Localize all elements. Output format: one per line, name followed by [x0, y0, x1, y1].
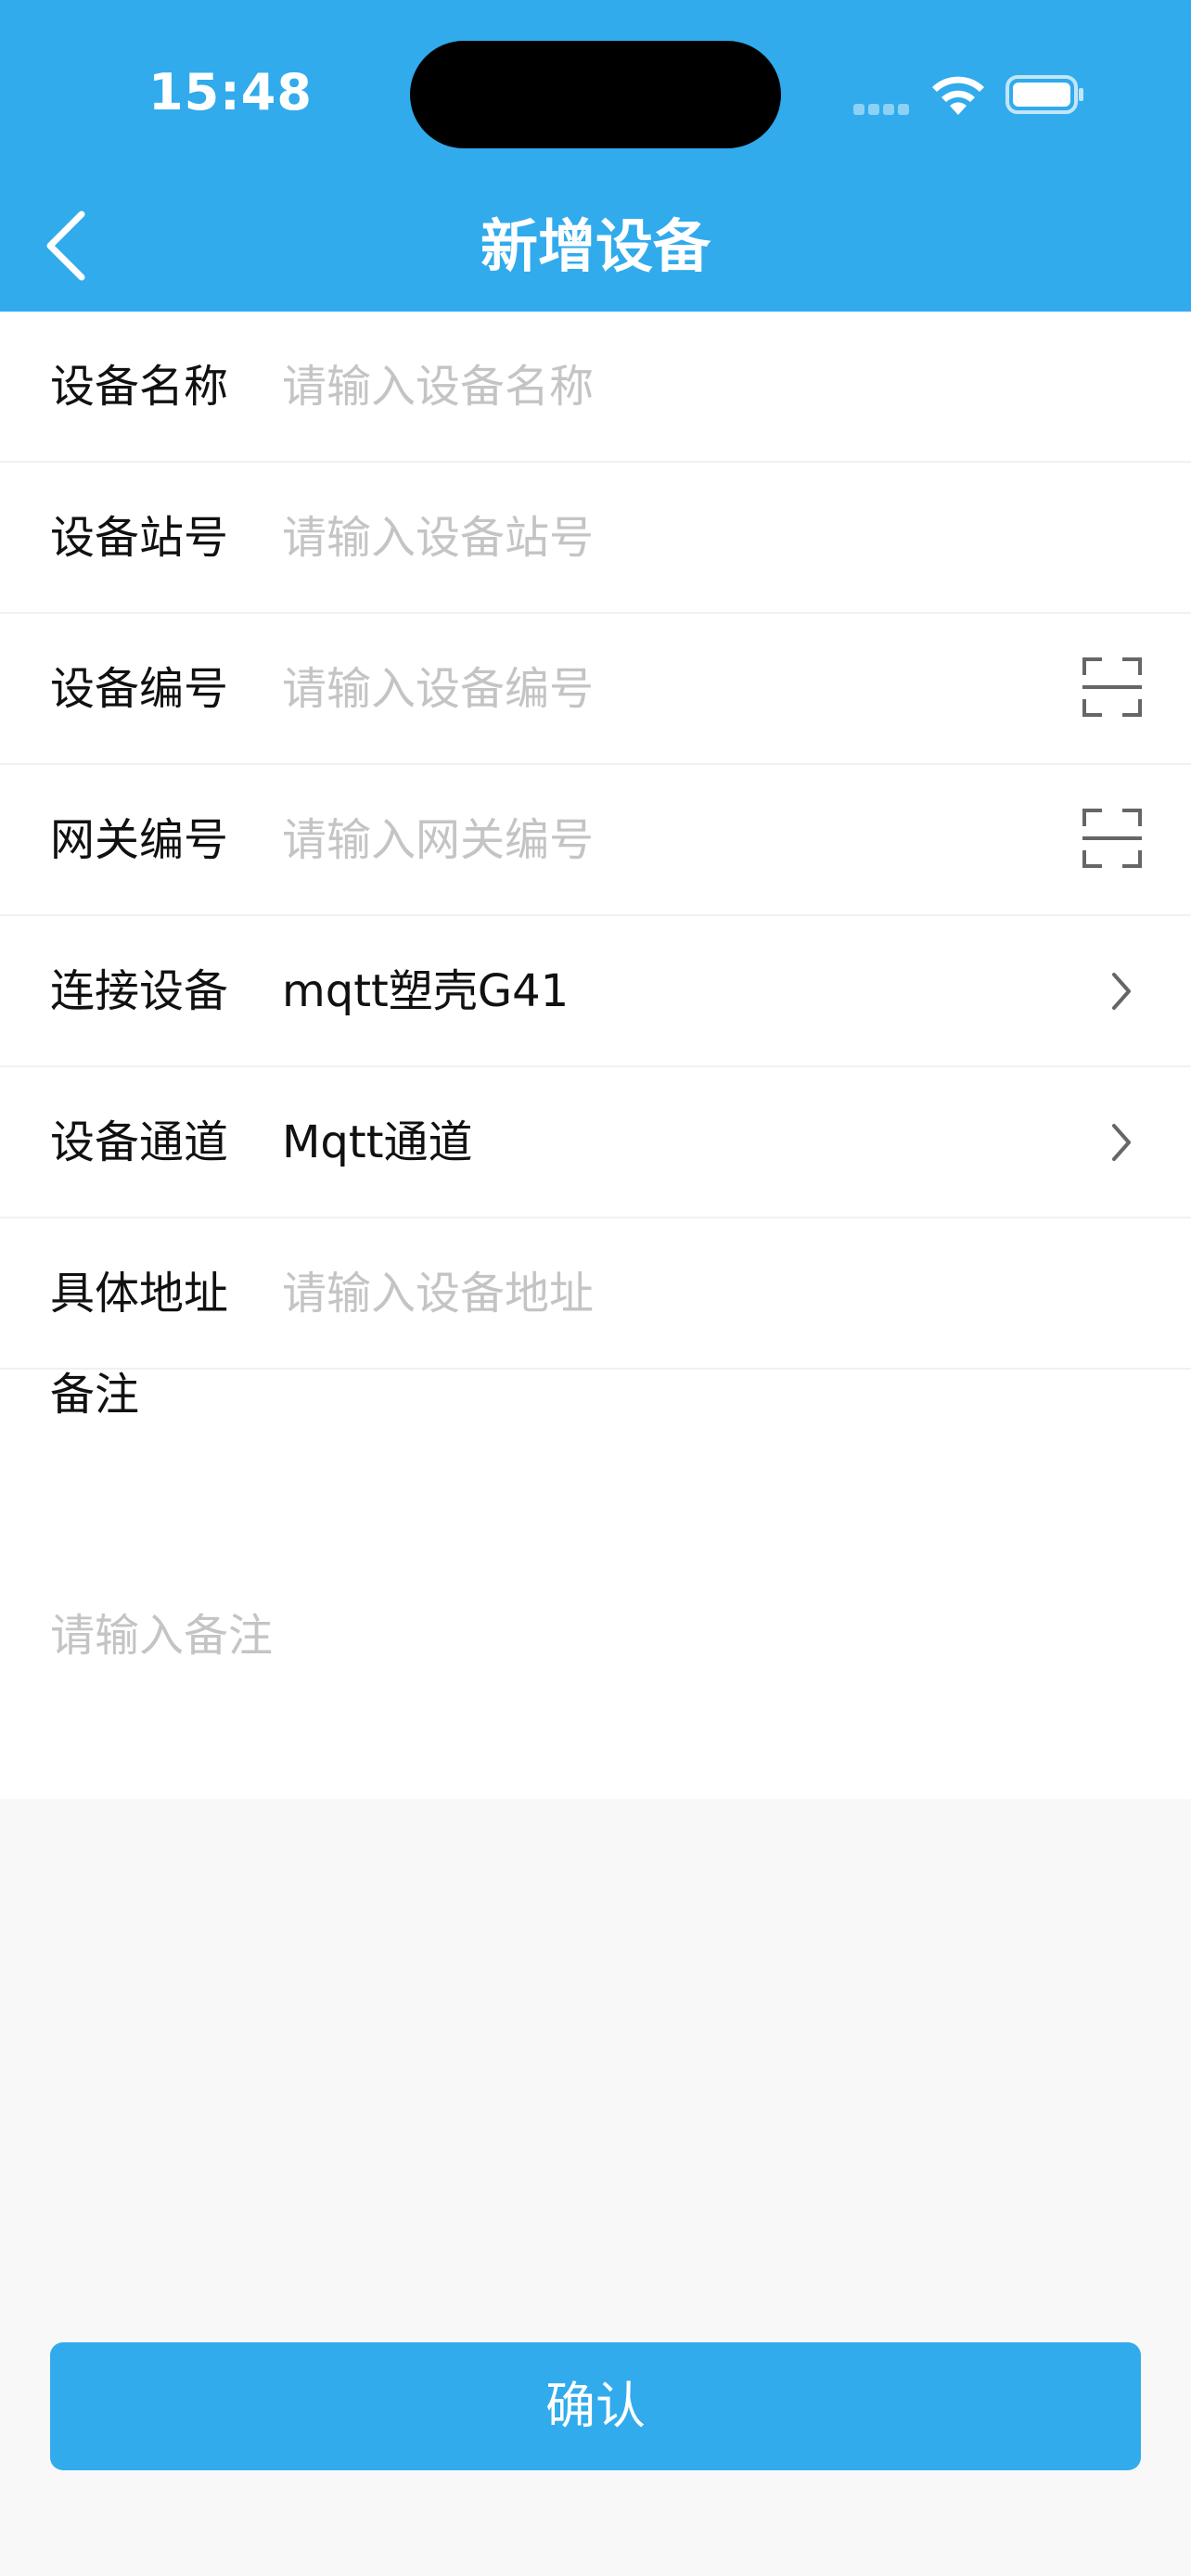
remark-textarea[interactable]: 请输入备注 — [50, 1606, 273, 1665]
row-device-station[interactable]: 设备站号 请输入设备站号 — [0, 463, 1191, 614]
device-channel-value[interactable]: Mqtt通道 — [282, 1067, 473, 1218]
device-channel-label: 设备通道 — [50, 1116, 229, 1168]
row-connected-device[interactable]: 连接设备 mqtt塑壳G41 — [0, 916, 1191, 1067]
device-name-label: 设备名称 — [50, 361, 229, 413]
device-number-input[interactable]: 请输入设备编号 — [282, 614, 594, 765]
gateway-number-input[interactable]: 请输入网关编号 — [282, 765, 594, 916]
device-station-input[interactable]: 请输入设备站号 — [282, 463, 594, 614]
cellular-signal-icon — [853, 104, 913, 115]
wifi-icon — [932, 76, 984, 115]
confirm-button[interactable]: 确认 — [50, 2342, 1141, 2470]
nav-bar: 15:48 新增设备 — [0, 0, 1191, 312]
row-device-number[interactable]: 设备编号 请输入设备编号 — [0, 614, 1191, 765]
device-name-input[interactable]: 请输入设备名称 — [282, 312, 594, 463]
page-title: 新增设备 — [480, 212, 711, 280]
dynamic-island — [410, 41, 781, 148]
device-station-label: 设备站号 — [50, 512, 229, 564]
connected-device-value[interactable]: mqtt塑壳G41 — [282, 916, 569, 1067]
connected-device-label: 连接设备 — [50, 965, 229, 1017]
row-device-name[interactable]: 设备名称 请输入设备名称 — [0, 312, 1191, 463]
row-gateway-number[interactable]: 网关编号 请输入网关编号 — [0, 765, 1191, 916]
scan-icon[interactable] — [1082, 657, 1143, 718]
row-address[interactable]: 具体地址 请输入设备地址 — [0, 1218, 1191, 1370]
row-device-channel[interactable]: 设备通道 Mqtt通道 — [0, 1067, 1191, 1218]
address-label: 具体地址 — [50, 1268, 229, 1320]
battery-icon — [1005, 75, 1083, 114]
status-time: 15:48 — [148, 63, 313, 121]
address-input[interactable]: 请输入设备地址 — [282, 1218, 594, 1370]
device-number-label: 设备编号 — [50, 663, 229, 715]
remark-label: 备注 — [50, 1369, 140, 1421]
scan-icon[interactable] — [1082, 808, 1143, 869]
gateway-number-label: 网关编号 — [50, 814, 229, 866]
chevron-right-icon — [1112, 1124, 1131, 1161]
chevron-right-icon — [1112, 973, 1131, 1010]
device-form: 设备名称 请输入设备名称 设备站号 请输入设备站号 设备编号 请输入设备编号 网… — [0, 312, 1191, 1799]
